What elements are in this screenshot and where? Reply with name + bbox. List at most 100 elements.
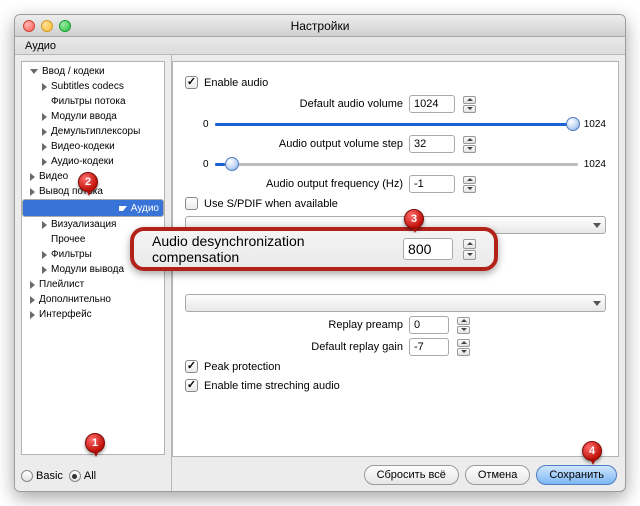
reset-button[interactable]: Сбросить всё	[364, 465, 459, 485]
triangle-right-icon	[42, 266, 47, 274]
slider2-max: 1024	[584, 159, 606, 170]
callout-pin-4: 4	[582, 441, 602, 467]
replay-preamp-row: Replay preamp 0	[203, 316, 606, 334]
sidebar-item[interactable]: Демультиплексоры	[22, 124, 164, 139]
replay-preamp-stepper[interactable]	[457, 317, 470, 334]
preferences-window: Настройки Аудио Ввод / кодекиSubtitles c…	[14, 14, 626, 492]
peak-label: Peak protection	[204, 361, 280, 373]
window-title: Настройки	[15, 19, 625, 33]
callout-pin-3: 3	[404, 209, 424, 235]
sidebar-item-label: Ввод / кодеки	[42, 64, 105, 79]
mode-basic-label: Basic	[36, 470, 63, 482]
output-step-label: Audio output volume step	[203, 138, 403, 150]
volume-slider-row: 0 1024	[203, 117, 606, 131]
triangle-right-icon	[42, 113, 47, 121]
enable-audio-checkbox[interactable]: Enable audio	[185, 76, 606, 89]
sidebar-item[interactable]: Ввод / кодеки	[22, 64, 164, 79]
sidebar-item[interactable]: Видео-кодеки	[22, 139, 164, 154]
chevron-down-icon	[593, 223, 601, 228]
sidebar-item-label: Интерфейс	[39, 307, 92, 322]
default-volume-row: Default audio volume 1024	[203, 95, 606, 113]
output-freq-stepper[interactable]	[463, 176, 476, 193]
sidebar-item-label: Модули ввода	[51, 109, 117, 124]
sidebar-item[interactable]: Фильтры потока	[22, 94, 164, 109]
default-volume-stepper[interactable]	[463, 96, 476, 113]
sidebar-item-label: Видео	[39, 169, 68, 184]
save-button[interactable]: Сохранить	[536, 465, 617, 485]
sidebar-column: Ввод / кодекиSubtitles codecsФильтры пот…	[15, 55, 172, 491]
section-header: Аудио	[15, 37, 625, 55]
output-freq-label: Audio output frequency (Hz)	[203, 178, 403, 190]
sidebar-item-label: Дополнительно	[39, 292, 111, 307]
mode-all-label: All	[84, 470, 96, 482]
default-volume-input[interactable]: 1024	[409, 95, 455, 113]
default-gain-stepper[interactable]	[457, 339, 470, 356]
callout-pin-2: 2	[78, 172, 98, 198]
volume-slider[interactable]	[215, 117, 578, 131]
sidebar-item[interactable]: Аудио-кодеки	[22, 154, 164, 169]
default-gain-row: Default replay gain -7	[203, 338, 606, 356]
desync-stepper[interactable]	[463, 239, 476, 260]
sidebar-item[interactable]: Интерфейс	[22, 307, 164, 322]
replay-preamp-input[interactable]: 0	[409, 316, 449, 334]
sidebar-item-label: Плейлист	[39, 277, 84, 292]
triangle-right-icon	[42, 251, 47, 259]
sidebar-item[interactable]: Аудио	[22, 199, 164, 217]
output-freq-input[interactable]: -1	[409, 175, 455, 193]
select-2[interactable]	[185, 294, 606, 312]
triangle-right-icon	[42, 221, 47, 229]
replay-preamp-label: Replay preamp	[203, 319, 403, 331]
desync-label: Audio desynchronization compensation	[152, 233, 395, 265]
triangle-right-icon	[42, 143, 47, 151]
sidebar-item[interactable]: Subtitles codecs	[22, 79, 164, 94]
sidebar-item-label: Фильтры потока	[51, 94, 126, 109]
slider1-max: 1024	[584, 119, 606, 130]
triangle-right-icon	[30, 281, 35, 289]
default-volume-label: Default audio volume	[203, 98, 403, 110]
triangle-down-icon	[30, 69, 38, 74]
footer-buttons: Сбросить всё Отмена Сохранить	[364, 465, 617, 485]
spdif-checkbox[interactable]: Use S/PDIF when available	[185, 197, 606, 210]
main-panel: Enable audio Default audio volume 1024 0…	[172, 55, 625, 491]
sidebar-item[interactable]: Модули ввода	[22, 109, 164, 124]
chevron-down-icon	[593, 301, 601, 306]
triangle-right-icon	[42, 158, 47, 166]
sidebar-item-label: Видео-кодеки	[51, 139, 115, 154]
mode-all-radio[interactable]: All	[69, 470, 96, 482]
mode-basic-radio[interactable]: Basic	[21, 470, 63, 482]
timestretch-checkbox[interactable]: Enable time streching audio	[185, 379, 606, 392]
triangle-right-icon	[30, 188, 35, 196]
cancel-button[interactable]: Отмена	[465, 465, 530, 485]
output-step-input[interactable]: 32	[409, 135, 455, 153]
timestretch-label: Enable time streching audio	[204, 380, 340, 392]
enable-audio-label: Enable audio	[204, 77, 268, 89]
window-body: Ввод / кодекиSubtitles codecsФильтры пот…	[15, 55, 625, 491]
mode-switch: Basic All	[15, 461, 171, 491]
step-slider[interactable]	[215, 157, 578, 171]
sidebar-item-label: Визуализация	[51, 217, 116, 232]
output-step-row: Audio output volume step 32	[203, 135, 606, 153]
output-step-stepper[interactable]	[463, 136, 476, 153]
slider1-min: 0	[203, 119, 209, 130]
sidebar-item[interactable]: Плейлист	[22, 277, 164, 292]
sidebar-item-label: Демультиплексоры	[51, 124, 140, 139]
triangle-right-icon	[30, 296, 35, 304]
checkbox-icon	[185, 379, 198, 392]
checkbox-icon	[185, 360, 198, 373]
default-gain-input[interactable]: -7	[409, 338, 449, 356]
sidebar-item-label: Модули вывода	[51, 262, 124, 277]
output-freq-row: Audio output frequency (Hz) -1	[203, 175, 606, 193]
triangle-right-icon	[30, 173, 35, 181]
sidebar-item-label: Subtitles codecs	[51, 79, 124, 94]
peak-checkbox[interactable]: Peak protection	[185, 360, 606, 373]
select-row-2	[185, 294, 606, 312]
sidebar-item[interactable]: Дополнительно	[22, 292, 164, 307]
default-gain-label: Default replay gain	[203, 341, 403, 353]
desync-input[interactable]: 800	[403, 238, 453, 260]
titlebar: Настройки	[15, 15, 625, 37]
callout-pin-1: 1	[85, 433, 105, 459]
sidebar-item-label: Фильтры	[51, 247, 92, 262]
step-slider-row: 0 1024	[203, 157, 606, 171]
spdif-label: Use S/PDIF when available	[204, 198, 338, 210]
highlight-desync: Audio desynchronization compensation 800	[130, 227, 498, 271]
